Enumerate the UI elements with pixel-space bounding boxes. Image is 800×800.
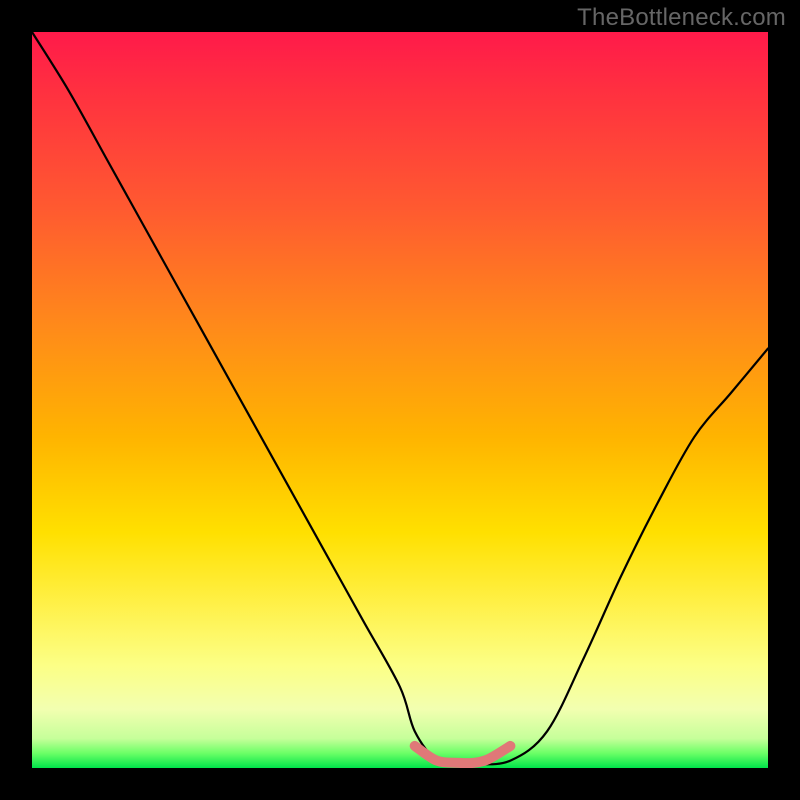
- trough-highlight: [415, 746, 511, 763]
- curve-overlay: [32, 32, 768, 768]
- chart-frame: TheBottleneck.com: [0, 0, 800, 800]
- plot-area: [32, 32, 768, 768]
- bottleneck-curve: [32, 32, 768, 765]
- watermark-text: TheBottleneck.com: [577, 4, 786, 32]
